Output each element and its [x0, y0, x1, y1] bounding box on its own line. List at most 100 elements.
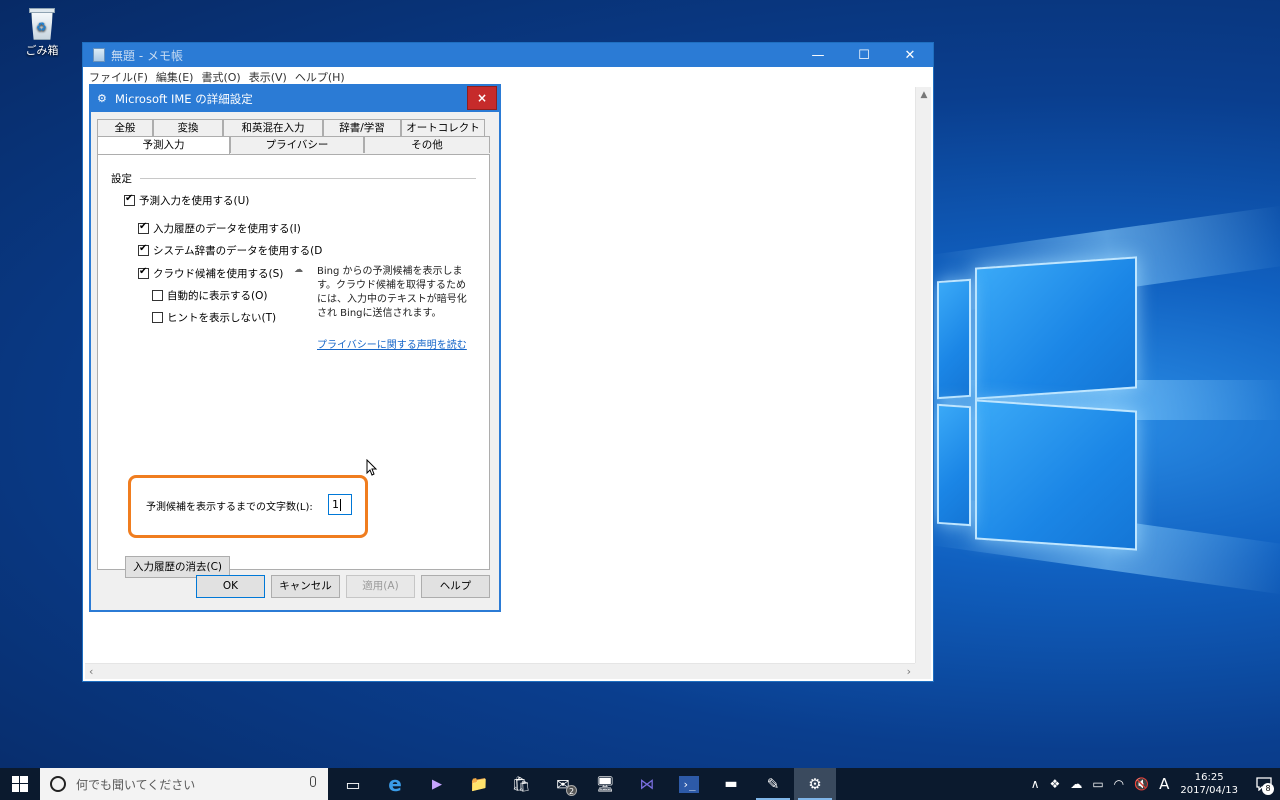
- maximize-button[interactable]: ☐: [841, 43, 887, 67]
- checkbox-checked-icon[interactable]: [124, 193, 135, 206]
- use-cloud-checkbox[interactable]: クラウド候補を使用する(S): [138, 266, 283, 281]
- clock[interactable]: 16:25 2017/04/13: [1180, 771, 1238, 797]
- horizontal-scrollbar[interactable]: ‹ ›: [85, 663, 915, 679]
- tab-conversion[interactable]: 変換: [153, 119, 223, 136]
- show-hidden-icons-button[interactable]: ∧: [1031, 777, 1040, 791]
- menu-file[interactable]: ファイル(F): [89, 69, 148, 85]
- prediction-tab-panel: 設定 予測入力を使用する(U) 入力履歴のデータを使用する(I) システム辞書の…: [97, 154, 490, 578]
- command-prompt-taskbar-button[interactable]: ▬: [710, 768, 752, 800]
- windows-logo-pane: [937, 278, 971, 400]
- scroll-left-icon[interactable]: ‹: [89, 664, 93, 680]
- dropbox-icon[interactable]: ❖: [1050, 777, 1061, 791]
- cloud-info-text: Bing からの予測候補を表示します。クラウド候補を取得するためには、入力中のテ…: [317, 266, 467, 319]
- menu-format[interactable]: 書式(O): [201, 69, 240, 85]
- tab-row-1: 全般 変換 和英混在入力 辞書/学習 オートコレクト: [97, 119, 485, 136]
- char-count-value: 1: [332, 498, 339, 511]
- checkbox-unchecked-icon[interactable]: [152, 312, 163, 323]
- settings-group: 設定: [111, 171, 476, 186]
- tab-autocorrect[interactable]: オートコレクト: [401, 119, 485, 136]
- volume-icon[interactable]: 🔇: [1134, 777, 1149, 791]
- tab-privacy[interactable]: プライバシー: [230, 136, 364, 153]
- vertical-scrollbar[interactable]: ▲: [915, 87, 931, 663]
- clock-date: 2017/04/13: [1180, 785, 1238, 796]
- visual-studio-icon: ⋈: [639, 775, 655, 793]
- checkbox-label: ヒントを表示しない(T): [167, 312, 277, 324]
- use-prediction-checkbox[interactable]: 予測入力を使用する(U): [124, 193, 249, 208]
- powershell-taskbar-button[interactable]: ›_: [668, 768, 710, 800]
- notepad-title: 無題 - メモ帳: [111, 48, 183, 63]
- help-button[interactable]: ヘルプ: [421, 575, 490, 598]
- scroll-up-icon[interactable]: ▲: [916, 87, 932, 103]
- cortana-search-box[interactable]: 何でも聞いてください: [40, 768, 328, 800]
- desktop-icon-label: ごみ箱: [25, 44, 59, 57]
- store-taskbar-button[interactable]: 🛍: [500, 768, 542, 800]
- menu-edit[interactable]: 編集(E): [156, 69, 194, 85]
- mail-taskbar-button[interactable]: ✉ 2: [542, 768, 584, 800]
- action-center-button[interactable]: 8: [1248, 768, 1280, 800]
- tab-dictionary[interactable]: 辞書/学習: [323, 119, 401, 136]
- char-count-input[interactable]: 1: [328, 494, 352, 515]
- tab-mixed-input[interactable]: 和英混在入力: [223, 119, 323, 136]
- use-system-dict-checkbox[interactable]: システム辞書のデータを使用する(D: [138, 243, 322, 258]
- checkbox-checked-icon[interactable]: [138, 243, 149, 256]
- checkbox-label: 予測入力を使用する(U): [139, 195, 250, 207]
- command-prompt-icon: ▬: [724, 776, 738, 792]
- checkbox-checked-icon[interactable]: [138, 221, 149, 234]
- edge-icon: e: [388, 772, 402, 796]
- menu-view[interactable]: 表示(V): [249, 69, 287, 85]
- paint3d-taskbar-button[interactable]: ▶: [416, 768, 458, 800]
- checkbox-label: 入力履歴のデータを使用する(I): [153, 223, 301, 235]
- checkbox-unchecked-icon[interactable]: [152, 290, 163, 301]
- file-explorer-taskbar-button[interactable]: 📁: [458, 768, 500, 800]
- auto-show-checkbox[interactable]: 自動的に表示する(O): [152, 288, 267, 303]
- windows-logo-pane: [937, 403, 971, 527]
- windows-logo-pane: [975, 399, 1137, 551]
- microphone-icon[interactable]: [310, 776, 316, 787]
- task-view-button[interactable]: ▭: [332, 768, 374, 800]
- close-button[interactable]: ✕: [887, 43, 933, 67]
- dialog-close-button[interactable]: ×: [467, 86, 497, 110]
- onedrive-icon[interactable]: ☁: [1070, 777, 1082, 791]
- checkbox-label: システム辞書のデータを使用する(D: [153, 245, 323, 257]
- mouse-pointer-icon: [366, 459, 378, 476]
- ok-button[interactable]: OK: [196, 575, 265, 598]
- folder-icon: 📁: [469, 775, 489, 793]
- desktop-icon-recycle-bin[interactable]: ♻ ごみ箱: [18, 4, 66, 58]
- menu-help[interactable]: ヘルプ(H): [295, 69, 345, 85]
- visual-studio-taskbar-button[interactable]: ⋈: [626, 768, 668, 800]
- tab-prediction[interactable]: 予測入力: [97, 136, 230, 154]
- notepad-taskbar-button[interactable]: ✎: [752, 768, 794, 800]
- apply-button[interactable]: 適用(A): [346, 575, 415, 598]
- battery-icon[interactable]: ▭: [1092, 777, 1103, 791]
- ime-settings-icon: ⚙: [97, 92, 107, 105]
- powershell-icon: ›_: [679, 775, 699, 793]
- notepad-icon: ✎: [766, 775, 780, 793]
- ime-settings-taskbar-button[interactable]: ⚙: [794, 768, 836, 800]
- tab-general[interactable]: 全般: [97, 119, 153, 136]
- remote-desktop-taskbar-button[interactable]: 🖥: [584, 768, 626, 800]
- ime-mode-indicator[interactable]: A: [1159, 775, 1169, 793]
- notification-count: 8: [1262, 783, 1274, 795]
- task-view-icon: ▭: [345, 774, 361, 794]
- ime-settings-icon: ⚙: [808, 775, 822, 793]
- cancel-button[interactable]: キャンセル: [271, 575, 340, 598]
- paint3d-icon: ▶: [432, 776, 442, 792]
- privacy-statement-link[interactable]: プライバシーに関する声明を読む: [317, 336, 467, 351]
- scroll-right-icon[interactable]: ›: [907, 664, 911, 680]
- minimize-button[interactable]: —: [795, 43, 841, 67]
- recycle-bin-icon: ♻: [27, 6, 57, 40]
- cortana-icon: [50, 776, 66, 792]
- taskbar: 何でも聞いてください ▭ e ▶ 📁 🛍 ✉ 2 🖥 ⋈ ›_ ▬ ✎ ⚙ ∧ ❖…: [0, 768, 1280, 800]
- edge-taskbar-button[interactable]: e: [374, 768, 416, 800]
- start-button[interactable]: [0, 768, 40, 800]
- dialog-title-bar[interactable]: ⚙ Microsoft IME の詳細設定 ×: [91, 86, 499, 112]
- dialog-title: Microsoft IME の詳細設定: [115, 92, 253, 106]
- checkbox-label: 自動的に表示する(O): [167, 290, 268, 302]
- notepad-title-bar[interactable]: 無題 - メモ帳 — ☐ ✕: [83, 43, 933, 67]
- tab-other[interactable]: その他: [364, 136, 490, 153]
- no-hint-checkbox[interactable]: ヒントを表示しない(T): [152, 310, 276, 325]
- use-history-checkbox[interactable]: 入力履歴のデータを使用する(I): [138, 221, 301, 236]
- checkbox-checked-icon[interactable]: [138, 266, 149, 279]
- scrollbar-corner: [915, 663, 931, 679]
- network-icon[interactable]: ◠: [1114, 777, 1124, 791]
